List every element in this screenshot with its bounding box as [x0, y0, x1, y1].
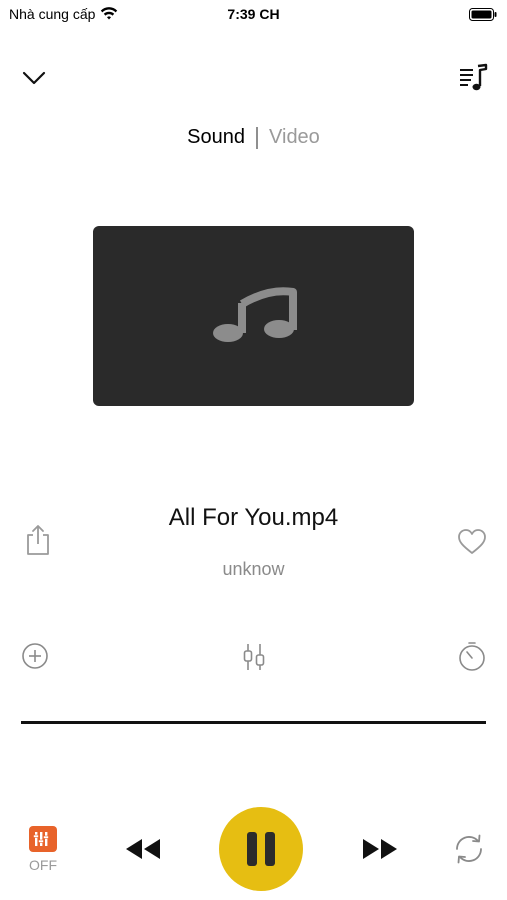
fast-forward-icon[interactable]	[361, 836, 399, 862]
repeat-icon[interactable]	[451, 832, 487, 866]
timer-icon[interactable]	[457, 640, 487, 672]
tab-sound[interactable]: Sound	[187, 126, 256, 149]
progress-bar[interactable]	[21, 721, 486, 724]
volume-boost-toggle[interactable]: OFF	[26, 826, 60, 876]
track-artist: unknow	[222, 559, 285, 579]
chevron-down-icon[interactable]	[20, 64, 48, 92]
equalizer-icon[interactable]	[240, 642, 268, 672]
pause-icon	[247, 832, 275, 866]
volume-boost-label: OFF	[29, 857, 57, 873]
tab-video[interactable]: Video	[258, 126, 320, 149]
pause-button[interactable]	[219, 807, 303, 891]
heart-icon[interactable]	[457, 528, 487, 556]
album-artwork	[93, 226, 414, 406]
music-note-icon	[212, 287, 297, 342]
track-title: All For You.mp4	[168, 504, 339, 531]
playlist-icon[interactable]	[457, 62, 489, 94]
rewind-icon[interactable]	[124, 836, 162, 862]
volume-boost-icon	[29, 826, 57, 852]
share-icon[interactable]	[24, 524, 52, 556]
status-time: 7:39 CH	[227, 6, 280, 22]
status-bar: Nhà cung cấp 7:39 CH	[0, 0, 507, 30]
media-type-switch: Sound Video	[0, 126, 507, 149]
battery-icon	[469, 8, 497, 21]
add-circle-icon[interactable]	[21, 642, 49, 670]
